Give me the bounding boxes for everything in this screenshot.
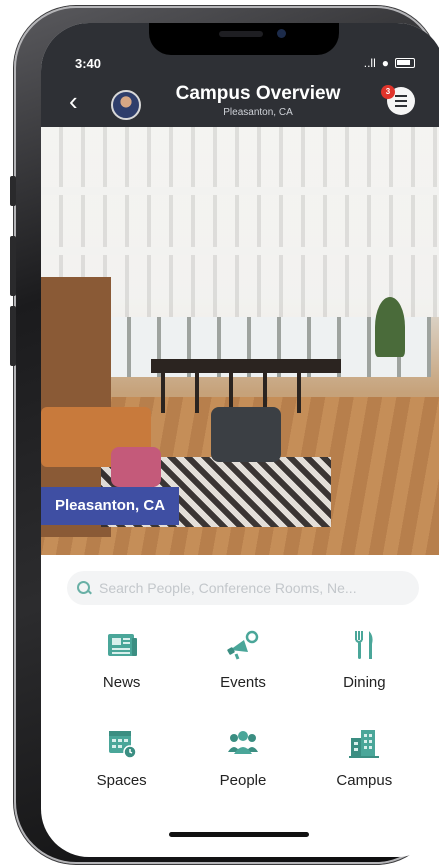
tile-label: Dining <box>343 674 386 691</box>
volume-up-button <box>10 236 16 296</box>
wifi-icon: ● <box>381 56 389 70</box>
location-tag: Pleasanton, CA <box>41 487 180 525</box>
page-subtitle: Pleasanton, CA <box>223 107 293 118</box>
photo-ottoman <box>111 447 161 487</box>
search-icon <box>77 581 91 595</box>
megaphone-icon <box>227 630 259 660</box>
menu-icon-line <box>395 100 407 102</box>
photo-chair <box>211 407 281 462</box>
page-title: Campus Overview <box>175 83 341 104</box>
home-indicator[interactable] <box>169 832 309 837</box>
phone-frame: 3:40 ..ll ● ‹ Campus Overview Pleasanton… <box>10 6 439 864</box>
photo-table <box>151 359 341 373</box>
mute-switch <box>10 176 16 206</box>
tile-campus[interactable]: Campus <box>304 726 425 798</box>
photo-plant <box>375 297 405 357</box>
menu-icon-line <box>395 95 407 97</box>
notch <box>149 23 339 55</box>
battery-icon <box>395 58 415 68</box>
tile-people[interactable]: People <box>182 726 303 798</box>
volume-down-button <box>10 306 16 366</box>
notification-badge: 3 <box>381 85 395 99</box>
fork-knife-icon <box>355 631 373 659</box>
tile-label: Spaces <box>96 772 147 789</box>
phone-screen: 3:40 ..ll ● ‹ Campus Overview Pleasanton… <box>41 23 439 857</box>
tile-label: People <box>219 772 267 789</box>
search-input[interactable] <box>99 580 409 596</box>
tile-events[interactable]: Events <box>182 628 303 700</box>
news-icon <box>107 634 137 656</box>
tile-spaces[interactable]: Spaces <box>61 726 182 798</box>
status-icons: ..ll ● <box>364 56 415 70</box>
tile-label: Campus <box>336 772 393 789</box>
menu-icon-line <box>395 105 407 107</box>
tile-dining[interactable]: Dining <box>304 628 425 700</box>
photo-beam <box>41 247 439 255</box>
tile-label: Events <box>220 674 266 691</box>
calendar-icon <box>108 731 137 759</box>
building-icon <box>349 730 380 758</box>
signal-icon: ..ll <box>363 56 376 70</box>
tile-label: News <box>102 674 141 691</box>
speaker-grille <box>219 31 263 37</box>
search-bar[interactable] <box>67 571 419 605</box>
people-icon <box>227 731 258 754</box>
front-camera <box>277 29 286 38</box>
photo-beam <box>41 187 439 195</box>
feature-grid: News Events Dining Spaces People Campus <box>61 628 425 798</box>
campus-photo: Pleasanton, CA <box>41 127 439 555</box>
status-time: 3:40 <box>75 56 102 71</box>
tile-news[interactable]: News <box>61 628 182 700</box>
